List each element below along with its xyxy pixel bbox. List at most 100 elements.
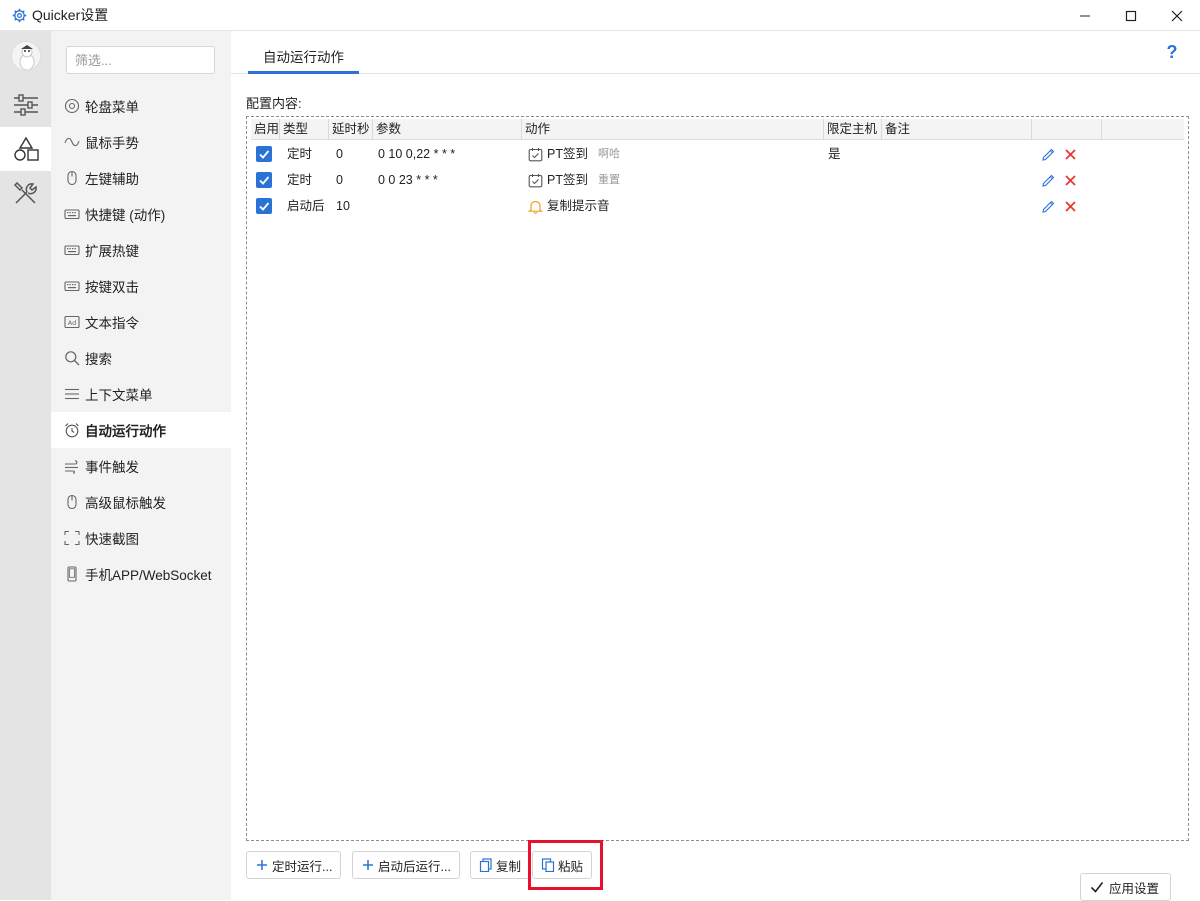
enabled-cell bbox=[251, 141, 280, 167]
column-header[interactable]: 类型 bbox=[280, 119, 329, 140]
help-icon[interactable]: ? bbox=[1164, 43, 1180, 61]
keyboard-icon bbox=[63, 241, 81, 259]
column-header[interactable]: 限定主机 bbox=[824, 119, 882, 140]
row-actions bbox=[1032, 193, 1102, 219]
nav-item[interactable]: 高级鼠标触发 bbox=[51, 484, 231, 520]
spacer-cell bbox=[1102, 193, 1184, 219]
add-timer-button[interactable]: 定时运行... bbox=[246, 851, 342, 879]
nav-item-label: 事件触发 bbox=[85, 460, 139, 475]
table-row[interactable]: 定时 0 0 0 23 * * * PT签到 重置 bbox=[251, 167, 1184, 193]
enabled-cell bbox=[251, 193, 280, 219]
wind-icon bbox=[63, 457, 81, 475]
action-name: PT签到 bbox=[547, 173, 588, 187]
svg-text:Ad: Ad bbox=[68, 319, 76, 327]
nav-item[interactable]: 搜索 bbox=[51, 340, 231, 376]
spacer-cell bbox=[1102, 167, 1184, 193]
nav-item[interactable]: 手机APP/WebSocket bbox=[51, 556, 231, 592]
checkmark-icon bbox=[259, 202, 270, 211]
column-header bbox=[1102, 119, 1184, 140]
enabled-checkbox[interactable] bbox=[256, 198, 272, 214]
nav-item[interactable]: 扩展热键 bbox=[51, 232, 231, 268]
minimize-button[interactable] bbox=[1062, 0, 1108, 31]
type-cell: 定时 bbox=[287, 173, 313, 187]
filter-input[interactable] bbox=[66, 46, 215, 74]
close-button[interactable] bbox=[1154, 0, 1200, 31]
add-startup-label: 启动后运行... bbox=[378, 859, 451, 874]
nav-item[interactable]: 事件触发 bbox=[51, 448, 231, 484]
type-cell: 定时 bbox=[287, 147, 313, 161]
column-header[interactable]: 动作 bbox=[522, 119, 824, 140]
gear-icon bbox=[11, 7, 27, 23]
nav-item[interactable]: 鼠标手势 bbox=[51, 124, 231, 160]
delay-cell: 10 bbox=[336, 199, 350, 213]
checkmark-icon bbox=[259, 176, 270, 185]
nav-item-label: 文本指令 bbox=[85, 316, 139, 331]
column-header[interactable]: 备注 bbox=[882, 119, 1032, 140]
note-cell bbox=[882, 141, 1032, 167]
nav-item[interactable]: 自动运行动作 bbox=[51, 412, 231, 448]
type-cell: 启动后 bbox=[287, 199, 325, 213]
maximize-button[interactable] bbox=[1108, 0, 1154, 31]
copy-icon bbox=[479, 858, 493, 872]
checkmark-icon bbox=[1090, 880, 1104, 894]
nav-item-label: 高级鼠标触发 bbox=[85, 496, 166, 511]
nav-item[interactable]: 快捷键 (动作) bbox=[51, 196, 231, 232]
apply-settings-label: 应用设置 bbox=[1109, 881, 1160, 896]
copy-button[interactable]: 复制 bbox=[470, 851, 531, 879]
delete-icon[interactable] bbox=[1062, 146, 1078, 162]
table-row[interactable]: 定时 0 0 10 0,22 * * * PT签到 啊哈是 bbox=[251, 141, 1184, 167]
action-cell[interactable]: 复制提示音 bbox=[522, 193, 824, 219]
nav-item[interactable]: 快速截图 bbox=[51, 520, 231, 556]
nav-item[interactable]: Ad 文本指令 bbox=[51, 304, 231, 340]
pencil-icon[interactable] bbox=[1040, 146, 1056, 162]
nav-item-label: 鼠标手势 bbox=[85, 136, 139, 151]
calendar-check-icon bbox=[528, 147, 543, 162]
pencil-icon[interactable] bbox=[1040, 198, 1056, 214]
avatar[interactable] bbox=[11, 41, 41, 71]
plus-icon bbox=[361, 858, 375, 872]
delete-icon[interactable] bbox=[1062, 172, 1078, 188]
note-cell bbox=[882, 193, 1032, 219]
column-header[interactable]: 参数 bbox=[373, 119, 522, 140]
rail-triggers-button[interactable] bbox=[0, 127, 51, 171]
action-subtitle: 啊哈 bbox=[597, 148, 620, 160]
spacer-cell bbox=[1102, 141, 1184, 167]
icon-rail bbox=[0, 31, 51, 900]
pencil-icon[interactable] bbox=[1040, 172, 1056, 188]
nav-item[interactable]: 左键辅助 bbox=[51, 160, 231, 196]
keyboard-icon bbox=[63, 277, 81, 295]
table-row[interactable]: 启动后 10 复制提示音 bbox=[251, 193, 1184, 219]
action-cell[interactable]: PT签到 啊哈 bbox=[522, 141, 824, 167]
note-cell bbox=[882, 167, 1032, 193]
enabled-checkbox[interactable] bbox=[256, 146, 272, 162]
rail-tools-button[interactable] bbox=[0, 171, 51, 215]
rail-settings-button[interactable] bbox=[0, 83, 51, 127]
params-cell: 0 0 23 * * * bbox=[378, 173, 438, 187]
nav-item[interactable]: 上下文菜单 bbox=[51, 376, 231, 412]
nav-panel: 轮盘菜单鼠标手势左键辅助快捷键 (动作) 扩展热键按键双击 Ad 文本指令搜索上下文菜… bbox=[51, 31, 231, 900]
nav-item-label: 上下文菜单 bbox=[85, 388, 153, 403]
nav-item-label: 扩展热键 bbox=[85, 244, 139, 259]
table-body: 定时 0 0 10 0,22 * * * PT签到 啊哈是定时 0 0 0 23 * * *… bbox=[251, 141, 1184, 219]
tools-icon bbox=[13, 181, 37, 204]
add-timer-label: 定时运行... bbox=[272, 859, 333, 874]
tab-bar: 自动运行动作 ? bbox=[231, 31, 1200, 74]
nav-item[interactable]: 按键双击 bbox=[51, 268, 231, 304]
action-cell[interactable]: PT签到 重置 bbox=[522, 167, 824, 193]
delete-icon[interactable] bbox=[1062, 198, 1078, 214]
add-startup-button[interactable]: 启动后运行... bbox=[352, 851, 460, 879]
enabled-checkbox[interactable] bbox=[256, 172, 272, 188]
column-header[interactable]: 启用 bbox=[251, 119, 280, 140]
keyboard-icon bbox=[63, 205, 81, 223]
ad-text-icon: Ad bbox=[63, 313, 81, 331]
wave-gesture-icon bbox=[63, 133, 81, 151]
column-header[interactable]: 延时秒 bbox=[329, 119, 373, 140]
apply-settings-button[interactable]: 应用设置 bbox=[1080, 873, 1172, 901]
alarm-clock-icon bbox=[63, 421, 81, 439]
tab-auto-run[interactable]: 自动运行动作 bbox=[248, 40, 359, 74]
nav-item[interactable]: 轮盘菜单 bbox=[51, 88, 231, 124]
circle-menu-icon bbox=[63, 97, 81, 115]
sliders-icon bbox=[13, 94, 38, 116]
nav-item-label: 搜索 bbox=[85, 352, 112, 367]
params-cell: 0 10 0,22 * * * bbox=[378, 147, 456, 161]
